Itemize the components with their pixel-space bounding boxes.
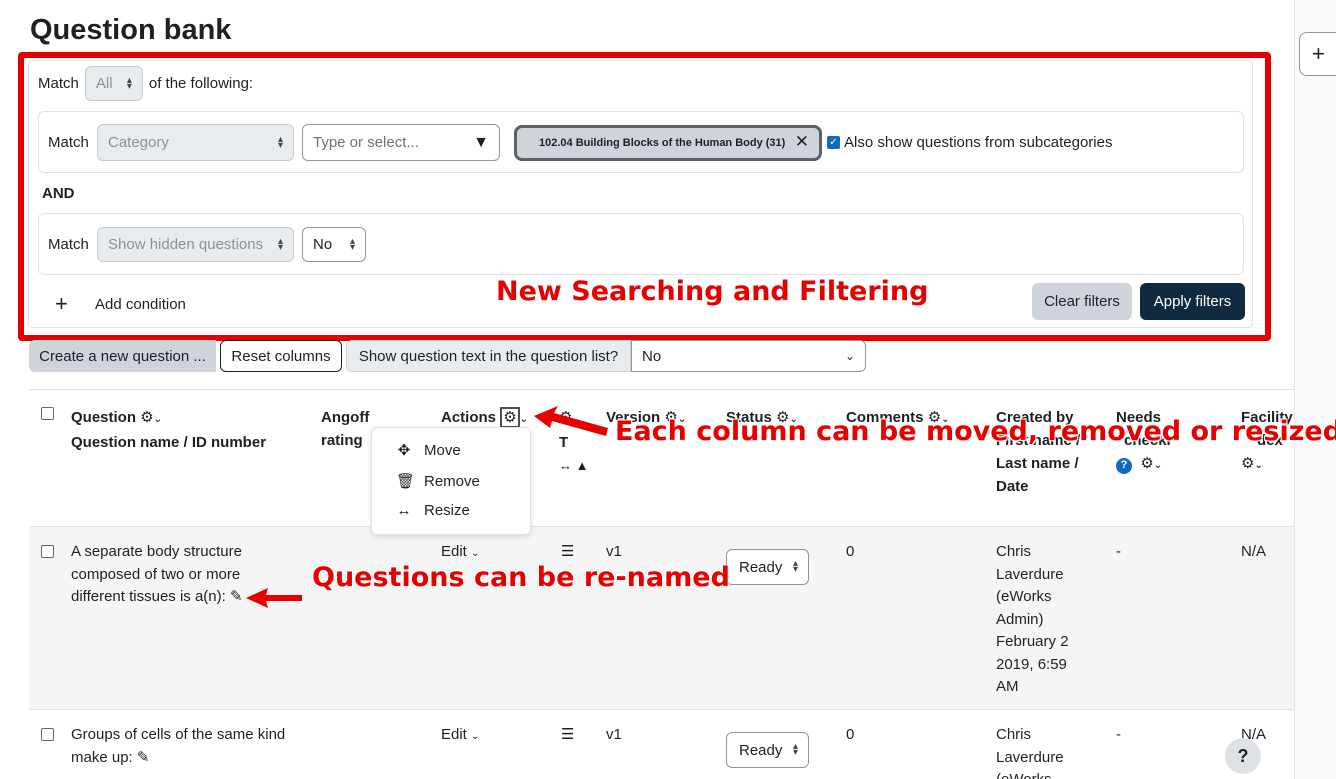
condition-category: Match Category ▴ ▾ Type or select... ▼ 10… [38,111,1244,173]
subcategories-option[interactable]: ✓ Also show questions from subcategories [827,134,1112,151]
add-condition-button[interactable]: + Add condition [55,291,186,317]
match-label: Match [38,75,79,92]
col-question-sub: Question name / ID number [71,434,267,451]
question-name[interactable]: Groups of cells of the same kind make up… [71,724,296,769]
updown-caret-icon: ▴ ▾ [277,133,283,151]
show-text-select[interactable]: No ⌄ [631,340,866,372]
checkbox-checked-icon[interactable]: ✓ [827,136,840,149]
annotation-renamed: Questions can be re-named [312,562,730,593]
chevron-down-icon: ⌄ [844,349,855,363]
chevron-down-icon: ⌄ [153,414,163,425]
menu-item-resize[interactable]: ↔ Resize [396,502,470,519]
gear-icon[interactable]: ⚙ [1241,455,1254,472]
and-label: AND [42,185,75,202]
pencil-icon[interactable]: ✎ [230,588,243,605]
list-icon: ☰ [561,726,575,743]
page-title: Question bank [30,14,232,46]
condition-type-select[interactable]: Category ▴ ▾ [97,124,294,161]
version-value: v1 [606,543,622,560]
resize-arrows-icon: ↔ [396,502,412,519]
annotation-arrow [534,406,608,436]
updown-caret-icon: ▴ ▾ [126,74,132,92]
condition-type-select[interactable]: Show hidden questions ▴ ▾ [97,227,294,262]
table-row: A separate body structure composed of tw… [29,527,1294,710]
create-question-button[interactable]: Create a new question ... [29,340,216,372]
row-checkbox[interactable] [41,728,54,741]
col-question[interactable]: Question ⚙⌄ Question name / ID number [71,406,266,454]
arrow-icon [246,588,302,608]
version-value: v1 [606,726,622,743]
status-select[interactable]: Ready ▴ ▾ [726,732,809,768]
needs-checking-value: - [1116,726,1121,743]
drawer-open-button[interactable]: + [1299,32,1336,76]
table-row: Groups of cells of the same kind make up… [29,710,1294,779]
plus-icon: + [1312,41,1325,66]
gear-icon[interactable]: ⚙ [1140,455,1153,472]
condition-match-label: Match [48,134,89,151]
apply-filters-button[interactable]: Apply filters [1140,283,1245,320]
trash-icon: 🗑 [396,473,416,490]
clear-filters-button[interactable]: Clear filters [1032,283,1132,320]
menu-item-move[interactable]: ✥ Move [396,441,461,460]
comments-value[interactable]: 0 [846,541,854,564]
column-actions-menu: ✥ Move 🗑 Remove ↔ Resize [371,427,531,535]
row-checkbox[interactable] [41,545,54,558]
comments-value[interactable]: 0 [846,724,854,747]
status-select[interactable]: Ready ▴ ▾ [726,549,809,585]
match-all-select[interactable]: All ▴ ▾ [84,66,143,101]
annotation-filtering: New Searching and Filtering [496,276,929,307]
chevron-down-icon: ⌄ [1254,460,1263,471]
match-line: Match All ▴ ▾ of the following: [38,66,253,101]
category-search-input[interactable]: Type or select... ▼ [302,124,500,161]
updown-caret-icon: ▴ ▾ [792,558,798,575]
arrow-icon [534,406,608,436]
list-icon: ☰ [561,543,575,560]
updown-caret-icon: ▴ ▾ [277,235,283,253]
show-text-label: Show question text in the question list? [346,340,631,372]
edit-menu[interactable]: Edit ⌄ [441,724,479,749]
chevron-down-icon: ⌄ [519,414,529,425]
facility-value: N/A [1241,543,1267,560]
select-all-checkbox[interactable] [41,407,54,420]
updown-caret-icon: ▴ ▾ [792,741,798,758]
chevron-down-icon: ⌄ [471,548,480,559]
created-by-value: Chris Laverdure (eWorks [996,726,1064,779]
of-following-label: of the following: [148,75,254,92]
gear-icon[interactable]: ⚙ [140,409,153,426]
help-icon[interactable]: ? [1116,457,1132,474]
gear-icon[interactable]: ⚙ [500,407,520,428]
annotation-arrow [246,588,302,608]
resize-arrows-icon: ↔ [559,458,572,473]
chevron-down-icon: ⌄ [1153,460,1163,471]
condition-match-label: Match [48,236,89,253]
menu-item-remove[interactable]: 🗑 Remove [396,472,480,491]
needs-checking-value: - [1116,543,1121,560]
reset-columns-button[interactable]: Reset columns [220,340,342,372]
pencil-icon[interactable]: ✎ [137,749,150,766]
question-name[interactable]: A separate body structure composed of tw… [71,541,256,609]
annotation-columns: Each column can be moved, removed or res… [615,416,1336,447]
right-drawer-strip [1294,0,1336,779]
created-by-value: Chris Laverdure (eWorks Admin) February … [996,543,1069,695]
plus-icon: + [55,291,68,316]
condition-hidden: Match Show hidden questions ▴ ▾ No ▴ ▾ [38,213,1244,275]
table-header: Question ⚙⌄ Question name / ID number An… [29,389,1294,527]
updown-caret-icon: ▴ ▾ [349,235,355,253]
close-icon[interactable]: ✕ [795,132,809,152]
triangle-down-icon: ▼ [473,133,489,151]
chevron-down-icon: ⌄ [471,731,480,742]
move-icon: ✥ [397,442,411,459]
category-chip[interactable]: 102.04 Building Blocks of the Human Body… [514,125,822,161]
sort-up-icon: ▲ [575,458,589,473]
help-button[interactable]: ? [1225,738,1261,774]
hidden-value-select[interactable]: No ▴ ▾ [302,227,366,262]
